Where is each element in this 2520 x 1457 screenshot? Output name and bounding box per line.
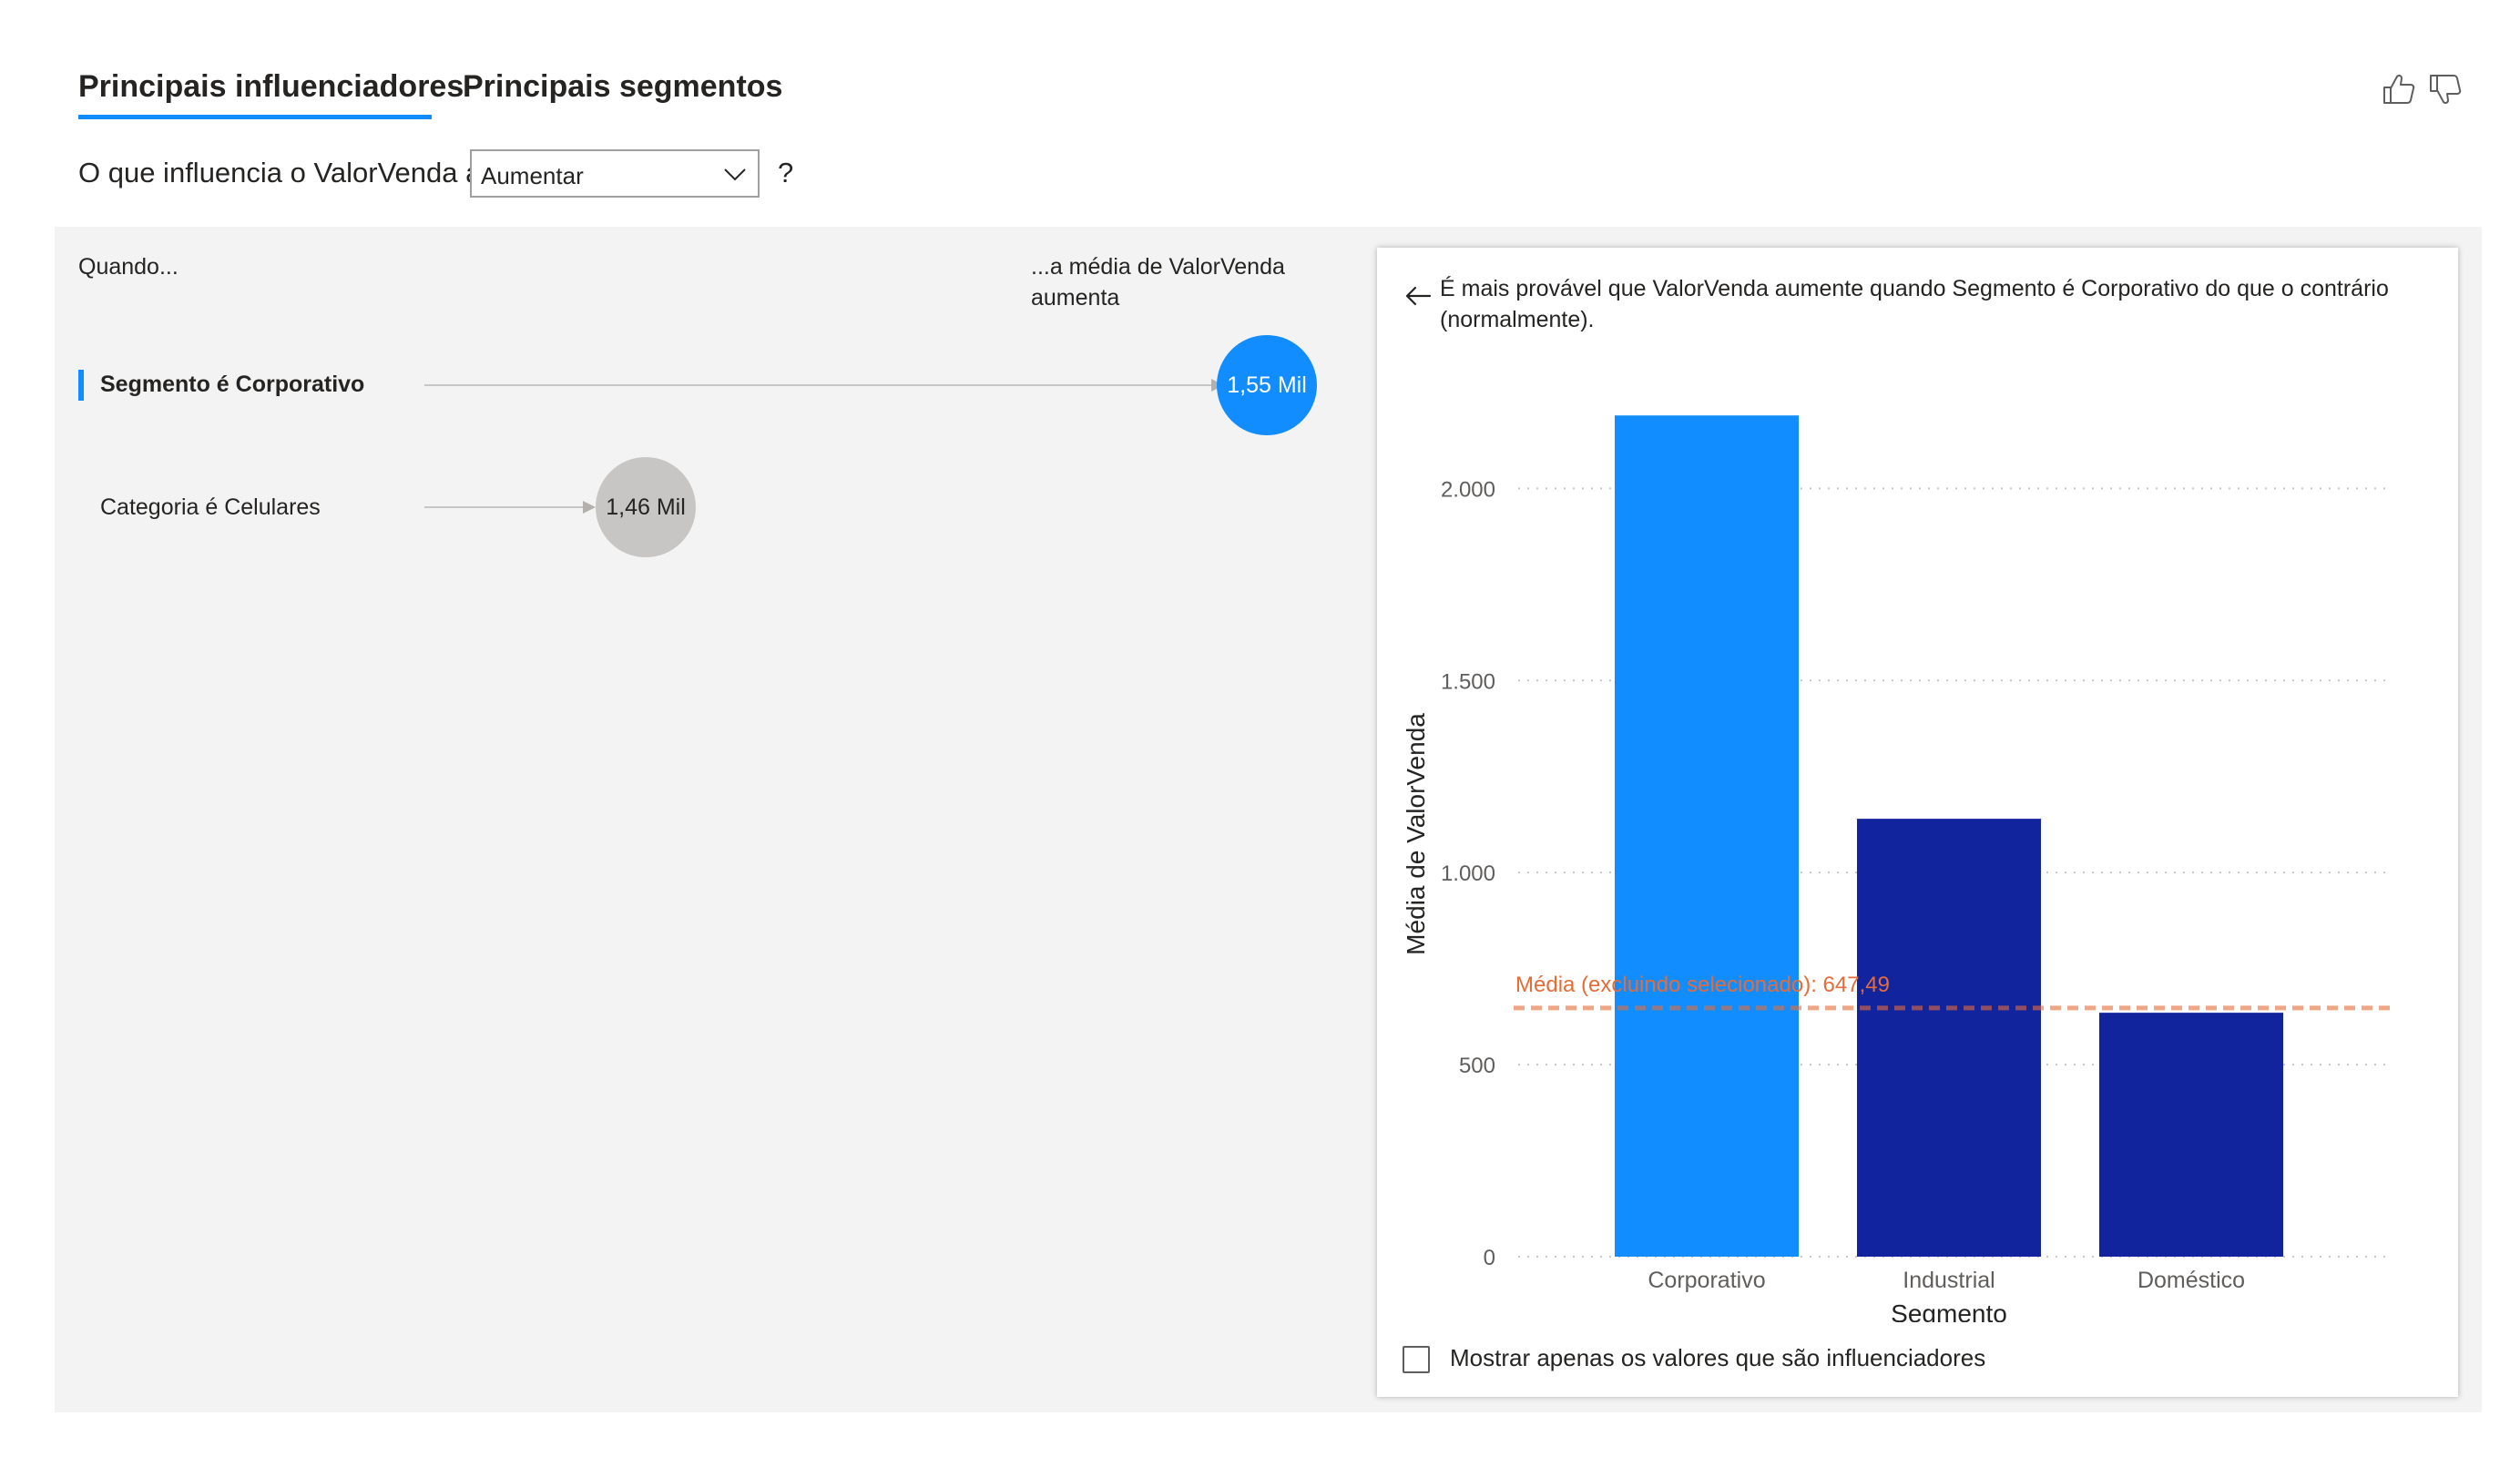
influencer-connector-categoria (424, 501, 596, 514)
direction-dropdown[interactable]: Aumentar (470, 149, 760, 198)
y-axis-title: Média de ValorVenda (1402, 713, 1430, 955)
y-tick-label: 1.500 (1441, 669, 1495, 694)
average-header-line2: aumenta (1031, 285, 1120, 311)
influencer-detail-card: É mais provável que ValorVenda aumente q… (1377, 248, 2458, 1397)
chevron-down-icon (724, 168, 746, 181)
thumbs-up-icon[interactable] (2381, 71, 2417, 107)
influencer-connector-segmento (424, 379, 1224, 392)
x-axis-title: Segmento (1891, 1299, 2007, 1322)
x-tick-label: Industrial (1903, 1268, 1995, 1293)
influencer-label-categoria[interactable]: Categoria é Celulares (100, 494, 321, 521)
segment-bar-chart: 0 500 1.000 1.500 2.000 Corporativo Industrial… (1402, 415, 2390, 1322)
influencer-bubble-categoria[interactable]: 1,46 Mil (596, 457, 696, 557)
dropdown-value: Aumentar (481, 162, 584, 189)
influencer-label-segmento[interactable]: Segmento é Corporativo (100, 372, 364, 398)
average-line-label: Média (excluindo selecionado): 647,49 (1515, 973, 1890, 997)
question-suffix: ? (778, 157, 794, 188)
influencer-bubble-segmento[interactable]: 1,55 Mil (1217, 335, 1317, 435)
thumbs-down-icon[interactable] (2427, 71, 2464, 107)
bar-doméstico[interactable] (2099, 1013, 2283, 1257)
bar-industrial[interactable] (1857, 819, 2041, 1257)
y-tick-label: 0 (1484, 1246, 1495, 1270)
selected-influencer-indicator (78, 370, 84, 401)
tab-principais-influenciadores[interactable]: Principais influenciadores (78, 69, 464, 105)
when-header: Quando... (78, 254, 179, 280)
question-prefix: O que influencia o ValorVenda a (78, 157, 482, 188)
x-tick-label: Corporativo (1648, 1268, 1765, 1293)
show-influencers-only-label: Mostrar apenas os valores que são influe… (1450, 1344, 1986, 1371)
average-header-line1: ...a média de ValorVenda (1031, 254, 1285, 280)
show-influencers-only-checkbox[interactable] (1403, 1346, 1430, 1373)
y-tick-label: 1.000 (1441, 861, 1495, 886)
y-tick-label: 500 (1459, 1054, 1495, 1078)
x-tick-label: Doméstico (2137, 1268, 2245, 1293)
tab-principais-segmentos[interactable]: Principais segmentos (463, 69, 782, 105)
active-tab-indicator (78, 115, 432, 119)
bar-corporativo[interactable] (1615, 415, 1799, 1257)
y-tick-label: 2.000 (1441, 477, 1495, 502)
